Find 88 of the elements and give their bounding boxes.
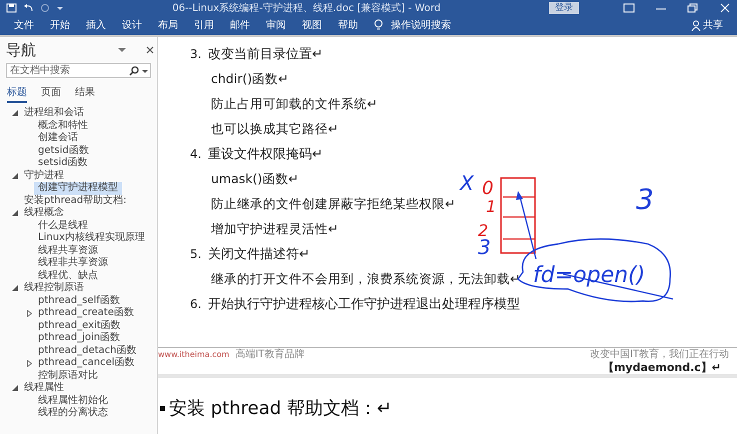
person-icon <box>691 20 701 30</box>
tell-me-search[interactable]: 操作说明搜索 <box>383 18 459 32</box>
pane-tab[interactable]: 页面 <box>41 85 61 103</box>
heading-item[interactable]: 线程概念 <box>20 207 68 220</box>
login-button[interactable]: 登录 <box>549 2 579 14</box>
search-icon[interactable] <box>129 66 139 76</box>
step-heading: 重设文件权限掩码↵ <box>208 146 323 162</box>
expanded-arrow-icon[interactable] <box>12 385 18 392</box>
heading-item[interactable]: 创建守护进程模型 <box>34 182 122 194</box>
bullet-icon <box>160 406 165 410</box>
handwritten-note: 3 <box>636 183 654 216</box>
window-title: 06--Linux系统编程-守护进程、线程.doc [兼容模式] - Word <box>171 2 442 14</box>
heading-item[interactable]: pthread_cancel函数 <box>34 357 139 370</box>
ribbon-display-icon[interactable] <box>623 2 635 12</box>
heading-item[interactable]: 线程属性 <box>20 382 68 394</box>
handwritten-note: X <box>460 171 474 195</box>
pane-options-icon[interactable] <box>118 47 126 53</box>
handwritten-note: fd=open() <box>533 263 646 288</box>
collapsed-arrow-icon[interactable] <box>26 310 32 317</box>
ribbon-tab[interactable]: 帮助 <box>330 18 366 32</box>
paragraph: 继承的打开文件不会用到，浪费系统资源，无法卸载↵ <box>210 270 520 288</box>
heading-item[interactable]: 进程组和会话 <box>20 107 88 120</box>
footer-text: 高端IT教育品牌 <box>235 348 304 361</box>
restore-icon[interactable] <box>687 2 699 12</box>
paragraph: umask()函数↵ <box>210 170 299 188</box>
ribbon-tab[interactable]: 开始 <box>42 18 78 32</box>
paragraph: 防止继承的文件创建屏蔽字拒绝某些权限↵ <box>210 195 456 213</box>
footer-link[interactable]: www.itheima.com <box>158 350 230 358</box>
list-number: 3. <box>190 46 202 60</box>
heading-item[interactable]: 什么是线程 <box>34 220 92 232</box>
heading-item[interactable]: 创建会话 <box>34 132 82 144</box>
step-heading: 开始执行守护进程核心工作守护进程退出处理程序模型 <box>208 296 520 312</box>
paragraph: 增加守护进程灵活性↵ <box>210 220 338 238</box>
undo-icon[interactable] <box>23 2 34 12</box>
step-heading: 关闭文件描述符↵ <box>208 246 310 262</box>
pane-title: 导航 <box>6 40 37 60</box>
handwritten-note: 1 <box>486 197 496 216</box>
ribbon-tab[interactable]: 邮件 <box>222 18 258 32</box>
ribbon-tab[interactable]: 引用 <box>186 18 222 32</box>
expanded-arrow-icon[interactable] <box>12 210 18 216</box>
file-name-label: 【mydaemond.c】↵ <box>602 360 721 374</box>
heading-item[interactable]: 安装pthread帮助文档: <box>20 194 130 207</box>
search-field[interactable]: 在文档中搜索 <box>6 63 151 78</box>
heading-item[interactable]: 线程属性初始化 <box>34 394 112 407</box>
close-icon[interactable] <box>146 46 154 54</box>
collapsed-arrow-icon[interactable] <box>26 360 32 367</box>
heading-item[interactable]: pthread_exit函数 <box>34 320 125 332</box>
pane-tab[interactable]: 结果 <box>75 85 95 103</box>
lightbulb-icon <box>374 19 383 31</box>
heading-item[interactable]: setsid函数 <box>34 157 92 170</box>
save-icon[interactable] <box>6 2 17 12</box>
heading-item[interactable]: 线程非共享资源 <box>34 257 112 270</box>
dropdown-icon[interactable] <box>142 68 148 74</box>
heading-item[interactable]: 守护进程 <box>20 170 68 182</box>
redo-icon[interactable] <box>40 2 50 12</box>
ribbon-tab[interactable]: 插入 <box>78 18 114 32</box>
heading-item[interactable]: pthread_create函数 <box>34 307 138 320</box>
expanded-arrow-icon[interactable] <box>12 285 18 292</box>
expanded-arrow-icon[interactable] <box>12 172 18 179</box>
ribbon-tab[interactable]: 视图 <box>294 18 330 32</box>
paragraph: chdir()函数↵ <box>210 70 289 88</box>
ribbon-tab[interactable]: 审阅 <box>258 18 294 32</box>
section-heading: 安装 pthread 帮助文档：↵ <box>169 397 392 420</box>
handwritten-note: 0 <box>482 178 494 199</box>
ribbon-tab[interactable]: 文件 <box>6 18 42 32</box>
heading-item[interactable]: 线程优、缺点 <box>34 270 102 282</box>
heading-item[interactable]: pthread_join函数 <box>34 332 124 344</box>
heading-item[interactable]: 线程的分离状态 <box>34 407 112 420</box>
list-number: 5. <box>190 246 202 260</box>
list-number: 6. <box>190 296 202 310</box>
ribbon-tab[interactable]: 布局 <box>150 18 186 32</box>
heading-item[interactable]: 线程控制原语 <box>20 282 88 294</box>
share-button[interactable]: 共享 <box>701 18 731 32</box>
heading-item[interactable]: pthread_self函数 <box>34 294 124 307</box>
step-heading: 改变当前目录位置↵ <box>208 46 323 62</box>
footer-slogan: 改变中国IT教育，我们正在行动 <box>590 348 729 361</box>
heading-item[interactable]: 概念和特性 <box>34 120 92 132</box>
paragraph: 防止占用可卸载的文件系统↵ <box>210 95 378 113</box>
paragraph: 也可以换成其它路径↵ <box>210 120 338 138</box>
pane-tab[interactable]: 标题 <box>7 85 27 103</box>
heading-item[interactable]: getsid函数 <box>34 144 93 157</box>
heading-item[interactable]: Linux内核线程实现原理 <box>34 232 149 244</box>
heading-item[interactable]: 控制原语对比 <box>34 370 102 382</box>
heading-item[interactable]: 线程共享资源 <box>34 244 102 257</box>
ribbon-tab[interactable]: 设计 <box>114 18 150 32</box>
list-number: 4. <box>190 146 202 160</box>
expanded-arrow-icon[interactable] <box>12 110 18 116</box>
heading-item[interactable]: pthread_detach函数 <box>34 344 141 357</box>
